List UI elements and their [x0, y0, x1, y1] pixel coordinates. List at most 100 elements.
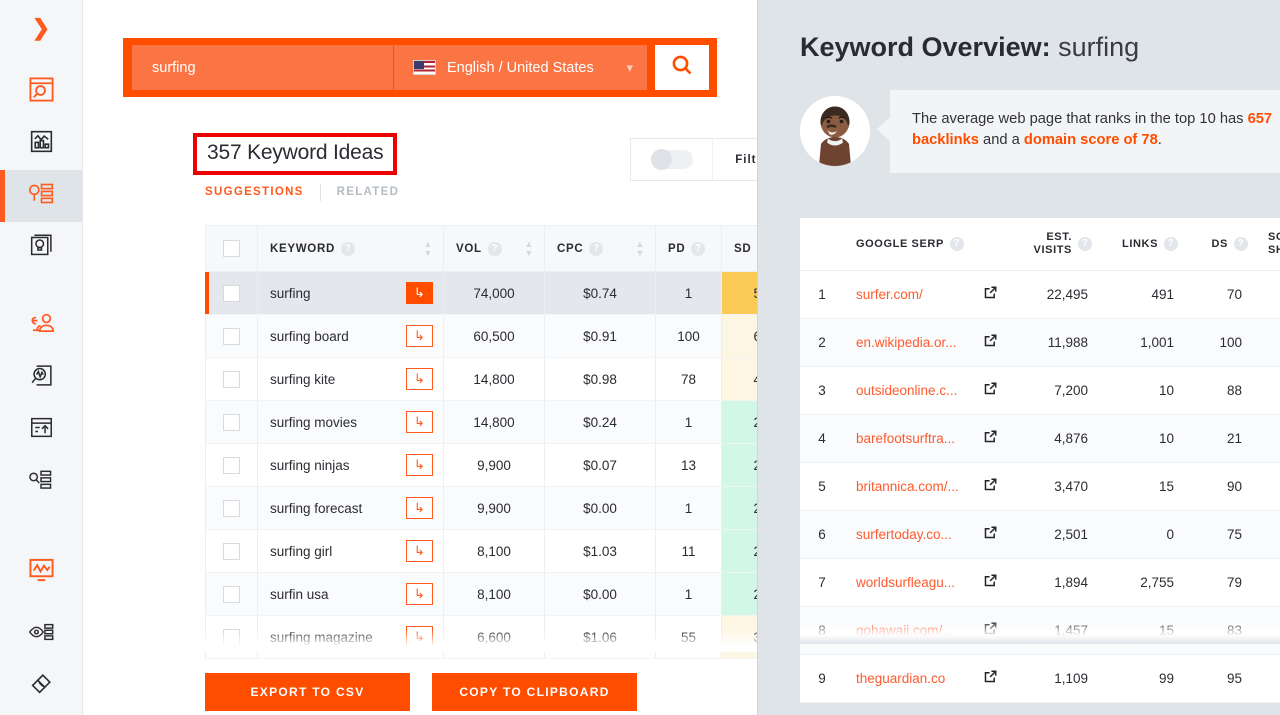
search-button[interactable]	[655, 45, 709, 90]
sidebar-item-site-audit[interactable]	[0, 66, 82, 118]
sidebar-item-keyword-research[interactable]	[0, 352, 82, 404]
list-item[interactable]: 1 surfer.com/22,4954917082	[800, 270, 1280, 319]
copy-to-clipboard-button[interactable]: COPY TO CLIPBOARD	[432, 673, 637, 711]
language-selector[interactable]: English / United States ▾	[394, 45, 647, 90]
table-row[interactable]: surfing magazine↳6,600$1.065536	[205, 615, 801, 659]
table-row[interactable]: surfing↳74,000$0.74154	[205, 271, 801, 315]
external-link-icon[interactable]	[984, 478, 998, 494]
external-link-icon[interactable]	[984, 670, 998, 686]
expand-sidebar-button[interactable]: ❯	[0, 0, 82, 56]
pd-cell: 100	[655, 314, 722, 358]
list-item[interactable]: 2 en.wikipedia.or... 11,9881,0011002,6	[800, 318, 1280, 367]
external-link-icon[interactable]	[984, 334, 998, 350]
row-checkbox[interactable]	[223, 413, 240, 431]
list-item[interactable]: 5 britannica.com/... 3,47015900	[800, 462, 1280, 511]
row-select-cell	[205, 314, 258, 358]
select-all-header	[205, 225, 258, 272]
sidebar-item-competitors[interactable]	[0, 300, 82, 352]
go-to-keyword-icon[interactable]: ↳	[406, 626, 433, 648]
list-item[interactable]: 7 worldsurfleagu... 1,8942,755792	[800, 558, 1280, 607]
table-row[interactable]: surfing forecast↳9,900$0.00121	[205, 486, 801, 530]
go-to-keyword-icon[interactable]: ↳	[406, 540, 433, 562]
serp-url-link[interactable]: britannica.com/...	[856, 479, 959, 494]
list-item[interactable]: 6 surfertoday.co... 2,50107514	[800, 510, 1280, 559]
list-item[interactable]: 3 outsideonline.c... 7,20010880	[800, 366, 1280, 415]
row-checkbox[interactable]	[223, 542, 240, 560]
row-checkbox[interactable]	[223, 456, 240, 474]
pd-cell: 55	[655, 615, 722, 659]
table-row[interactable]: surfing movies↳14,800$0.24123	[205, 400, 801, 444]
column-keyword: KEYWORD ? ▲ ▼	[257, 225, 444, 272]
export-to-csv-button[interactable]: EXPORT TO CSV	[205, 673, 410, 711]
serp-links: 491	[1110, 270, 1196, 319]
search-input[interactable]: surfing	[132, 45, 394, 90]
cpc-help-icon[interactable]: ?	[589, 241, 604, 256]
serp-url-link[interactable]: worldsurfleagu...	[856, 575, 955, 590]
go-to-keyword-icon[interactable]: ↳	[406, 325, 433, 347]
serp-url-link[interactable]: barefootsurftra...	[856, 431, 955, 446]
column-cpc: CPC ? ▲ ▼	[544, 225, 656, 272]
cpc-sort-icon[interactable]: ▲ ▼	[635, 239, 645, 258]
serp-social-label: SOCIAL SHARES	[1268, 231, 1280, 256]
visits-help-icon[interactable]: ?	[1078, 236, 1092, 251]
external-link-icon[interactable]	[984, 286, 998, 302]
links-help-icon[interactable]: ?	[1164, 236, 1178, 251]
go-to-keyword-icon[interactable]: ↳	[406, 497, 433, 519]
sidebar-item-visibility[interactable]	[0, 608, 82, 660]
keyword-help-icon[interactable]: ?	[340, 241, 355, 256]
row-checkbox[interactable]	[223, 628, 240, 646]
insight-callout: The average web page that ranks in the t…	[877, 90, 1280, 173]
serp-url-link[interactable]: theguardian.co	[856, 671, 945, 686]
external-link-icon[interactable]	[984, 526, 998, 542]
list-item[interactable]: 8 gohawaii.com/... 1,45715832,8	[800, 606, 1280, 655]
serp-links: 15	[1110, 606, 1196, 655]
pd-help-icon[interactable]: ?	[691, 241, 706, 256]
ds-help-icon[interactable]: ?	[1234, 236, 1248, 251]
keyword-sort-icon[interactable]: ▲ ▼	[423, 239, 433, 258]
chevron-down-icon: ▾	[626, 59, 633, 75]
tab-suggestions[interactable]: SUGGESTIONS	[205, 186, 304, 200]
row-select-cell	[205, 486, 258, 530]
sidebar-item-content-ideas[interactable]	[0, 222, 82, 274]
row-checkbox[interactable]	[223, 327, 240, 345]
sidebar-item-link[interactable]	[0, 660, 82, 712]
sidebar-item-serp-analysis[interactable]	[0, 456, 82, 508]
external-link-icon[interactable]	[984, 622, 998, 638]
sidebar-item-keyword-ideas[interactable]	[0, 170, 82, 222]
serp-url-link[interactable]: surfer.com/	[856, 287, 923, 302]
serp-url-link[interactable]: en.wikipedia.or...	[856, 335, 957, 350]
serp-url-link[interactable]: outsideonline.c...	[856, 383, 957, 398]
vol-help-icon[interactable]: ?	[487, 241, 502, 256]
filters-toggle[interactable]	[631, 139, 713, 180]
list-item[interactable]: 4 barefootsurftra... 4,87610213	[800, 414, 1280, 463]
table-row[interactable]: surfing girl↳8,100$1.031124	[205, 529, 801, 573]
select-all-checkbox[interactable]	[223, 240, 240, 257]
serp-url-link[interactable]: surfertoday.co...	[856, 527, 952, 542]
go-to-keyword-icon[interactable]: ↳	[406, 454, 433, 476]
sidebar-item-rank-tracking[interactable]	[0, 546, 82, 598]
row-checkbox[interactable]	[223, 499, 240, 517]
table-row[interactable]: surfing ninjas↳9,900$0.071324	[205, 443, 801, 487]
go-to-keyword-icon[interactable]: ↳	[406, 282, 433, 304]
sidebar-item-backlink-import[interactable]	[0, 404, 82, 456]
serp-url-link[interactable]: gohawaii.com/...	[856, 623, 954, 638]
go-to-keyword-icon[interactable]: ↳	[406, 583, 433, 605]
list-item[interactable]: 9 theguardian.co 1,10999954	[800, 654, 1280, 703]
external-link-icon[interactable]	[984, 430, 998, 446]
cpc-cell: $0.24	[544, 400, 656, 444]
go-to-keyword-icon[interactable]: ↳	[406, 411, 433, 433]
row-checkbox[interactable]	[223, 284, 240, 302]
table-row[interactable]: surfing kite↳14,800$0.987846	[205, 357, 801, 401]
table-row[interactable]: surfin usa↳8,100$0.00121	[205, 572, 801, 616]
go-to-keyword-icon[interactable]: ↳	[406, 368, 433, 390]
sidebar-item-traffic-analytics[interactable]	[0, 118, 82, 170]
row-checkbox[interactable]	[223, 585, 240, 603]
table-row[interactable]: surfing board↳60,500$0.9110066	[205, 314, 801, 358]
keyword-ideas-heading-annotated: 357 Keyword Ideas	[193, 133, 398, 175]
serp-help-icon[interactable]: ?	[949, 236, 964, 251]
row-checkbox[interactable]	[223, 370, 240, 388]
external-link-icon[interactable]	[984, 574, 998, 590]
vol-sort-icon[interactable]: ▲ ▼	[524, 239, 534, 258]
tab-related[interactable]: RELATED	[337, 186, 400, 200]
external-link-icon[interactable]	[984, 382, 998, 398]
